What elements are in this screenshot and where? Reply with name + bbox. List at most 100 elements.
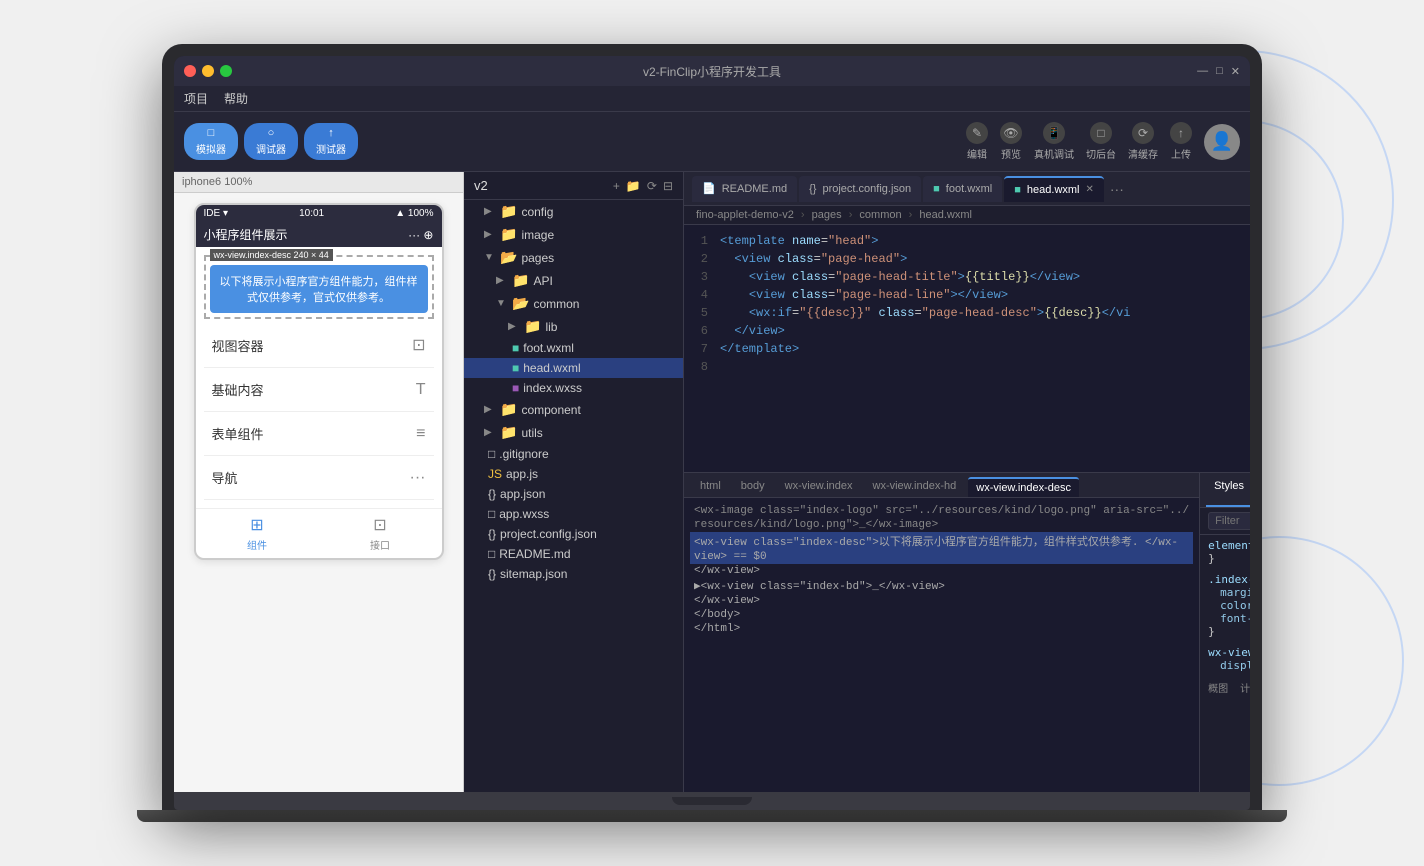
html-tree-content[interactable]: <wx-image class="index-logo" src="../res… — [684, 498, 1199, 792]
tree-gitignore[interactable]: □ .gitignore — [464, 444, 683, 464]
css-prop-display: display: block; — [1208, 659, 1250, 672]
file-label-head: head.wxml — [523, 361, 580, 375]
window-maximize[interactable]: □ — [1216, 65, 1223, 78]
tree-pages[interactable]: ▼ 📂 pages — [464, 246, 683, 269]
debugger-button[interactable]: ○ 调试器 — [244, 123, 298, 160]
bc-file: head.wxml — [919, 209, 972, 221]
tree-foot-wxml[interactable]: ■ foot.wxml — [464, 338, 683, 358]
laptop-stand — [137, 810, 1287, 822]
tab-readme-icon: 📄 — [702, 182, 716, 195]
html-tab-wx-view-index-desc[interactable]: wx-view.index-desc — [968, 477, 1079, 497]
css-rule-element-style: element.style { } — [1208, 539, 1250, 565]
html-line-8: </body> — [690, 608, 1193, 622]
upload-tool[interactable]: ↑ 上传 — [1170, 122, 1192, 161]
window-close[interactable]: ✕ — [1231, 65, 1240, 78]
background-tool[interactable]: □ 切后台 — [1086, 122, 1116, 161]
tab-head-wxml[interactable]: ■ head.wxml ✕ — [1004, 176, 1104, 202]
menu-project[interactable]: 项目 — [184, 90, 208, 107]
list-icon-4: ··· — [410, 469, 426, 487]
tree-api[interactable]: ▶ 📁 API — [464, 269, 683, 292]
style-rules: element.style { } .index-desc { <style> … — [1200, 535, 1250, 792]
tree-lib[interactable]: ▶ 📁 lib — [464, 315, 683, 338]
list-label-3: 表单组件 — [212, 424, 264, 443]
tree-sitemap[interactable]: {} sitemap.json — [464, 564, 683, 584]
test-button[interactable]: ↑ 测试器 — [304, 123, 358, 160]
html-tab-html[interactable]: html — [692, 477, 729, 497]
preview-header: iphone6 100% — [174, 172, 463, 193]
window-minimize[interactable]: — — [1197, 65, 1208, 78]
folder-icon-api: 📁 — [512, 272, 529, 289]
menu-help[interactable]: 帮助 — [224, 90, 248, 107]
close-button[interactable] — [184, 65, 196, 77]
html-tab-wx-view-index[interactable]: wx-view.index — [777, 477, 861, 497]
code-editor[interactable]: 1 <template name="head"> 2 <view class="… — [684, 225, 1250, 472]
device-debug-label: 真机调试 — [1034, 146, 1074, 161]
style-tab-styles[interactable]: Styles — [1206, 477, 1250, 507]
simulator-button[interactable]: □ 模拟器 — [184, 123, 238, 160]
laptop-screen-bezel: v2-FinClip小程序开发工具 — □ ✕ 项目 帮助 □ 模拟器 — [162, 44, 1262, 810]
clear-cache-icon: ⟳ — [1132, 122, 1154, 144]
background-label: 切后台 — [1086, 146, 1116, 161]
tab-foot-wxml[interactable]: ■ foot.wxml — [923, 176, 1002, 202]
tab-components-icon: ⊞ — [250, 515, 263, 535]
list-item-1[interactable]: 视图容器 ⊡ — [204, 323, 434, 368]
tree-app-wxss[interactable]: □ app.wxss — [464, 504, 683, 524]
html-line-3[interactable]: <wx-view class="index-desc">以下将展示小程序官方组件… — [690, 532, 1193, 550]
phone-tab-components[interactable]: ⊞ 组件 — [196, 515, 319, 552]
list-item-4[interactable]: 导航 ··· — [204, 456, 434, 500]
new-file-icon[interactable]: + — [613, 179, 620, 193]
collapse-icon[interactable]: ⊟ — [663, 179, 673, 193]
arrow-api: ▶ — [496, 275, 508, 286]
tree-project-config[interactable]: {} project.config.json — [464, 524, 683, 544]
tree-head-wxml[interactable]: ■ head.wxml — [464, 358, 683, 378]
tree-app-js[interactable]: JS app.js — [464, 464, 683, 484]
preview-tool[interactable]: 👁 预览 — [1000, 122, 1022, 161]
html-tab-wx-view-index-hd[interactable]: wx-view.index-hd — [865, 477, 965, 497]
list-item-3[interactable]: 表单组件 ≡ — [204, 412, 434, 456]
minimize-button[interactable] — [202, 65, 214, 77]
edit-icon: ✎ — [966, 122, 988, 144]
list-label-2: 基础内容 — [212, 380, 264, 399]
tree-common[interactable]: ▼ 📂 common — [464, 292, 683, 315]
clear-cache-tool[interactable]: ⟳ 清缓存 — [1128, 122, 1158, 161]
tree-app-json[interactable]: {} app.json — [464, 484, 683, 504]
tab-close-head[interactable]: ✕ — [1086, 184, 1094, 195]
tree-image[interactable]: ▶ 📁 image — [464, 223, 683, 246]
phone-tab-interface[interactable]: ⊡ 接口 — [319, 515, 442, 552]
tree-readme[interactable]: □ README.md — [464, 544, 683, 564]
component-selected-text: 以下将展示小程序官方组件能力，组件样式仅供参考，官式仅供参考。 — [210, 265, 428, 313]
html-line-4[interactable]: view> == $0 — [690, 550, 1193, 564]
tab-interface-label: 接口 — [370, 537, 390, 552]
new-folder-icon[interactable]: 📁 — [626, 179, 641, 193]
tree-component[interactable]: ▶ 📁 component — [464, 398, 683, 421]
file-label-sitemap: sitemap.json — [500, 567, 567, 581]
tab-outline[interactable]: 概图 — [1208, 680, 1228, 695]
tab-project-config[interactable]: {} project.config.json — [799, 176, 921, 202]
folder-icon-pages: 📂 — [500, 249, 517, 266]
edit-tool[interactable]: ✎ 编辑 — [966, 122, 988, 161]
tree-index-wxss[interactable]: ■ index.wxss — [464, 378, 683, 398]
folder-label-utils: utils — [521, 426, 542, 440]
user-avatar[interactable]: 👤 — [1204, 124, 1240, 160]
styles-panel: Styles Event Listeners DOM Breakpoints P… — [1199, 473, 1250, 792]
arrow-lib: ▶ — [508, 321, 520, 332]
device-debug-tool[interactable]: 📱 真机调试 — [1034, 122, 1074, 161]
tree-utils[interactable]: ▶ 📁 utils — [464, 421, 683, 444]
tree-config[interactable]: ▶ 📁 config — [464, 200, 683, 223]
tab-more-button[interactable]: ··· — [1110, 181, 1124, 197]
refresh-icon[interactable]: ⟳ — [647, 179, 657, 193]
title-bar-dots: ··· ⊕ — [408, 228, 433, 242]
folder-label-image: image — [521, 228, 554, 242]
style-filter-input[interactable] — [1208, 512, 1250, 530]
list-label-1: 视图容器 — [212, 336, 264, 355]
editor-area: 📄 README.md {} project.config.json ■ foo… — [684, 172, 1250, 792]
preview-label: 预览 — [1001, 146, 1021, 161]
list-item-2[interactable]: 基础内容 T — [204, 368, 434, 412]
html-tab-body[interactable]: body — [733, 477, 773, 497]
list-icon-1: ⊡ — [412, 335, 425, 355]
maximize-button[interactable] — [220, 65, 232, 77]
folder-icon-image: 📁 — [500, 226, 517, 243]
tab-readme[interactable]: 📄 README.md — [692, 176, 797, 202]
phone-title-bar: 小程序组件展示 ··· ⊕ — [196, 222, 442, 247]
tab-computed[interactable]: 计算 — [1240, 680, 1250, 695]
